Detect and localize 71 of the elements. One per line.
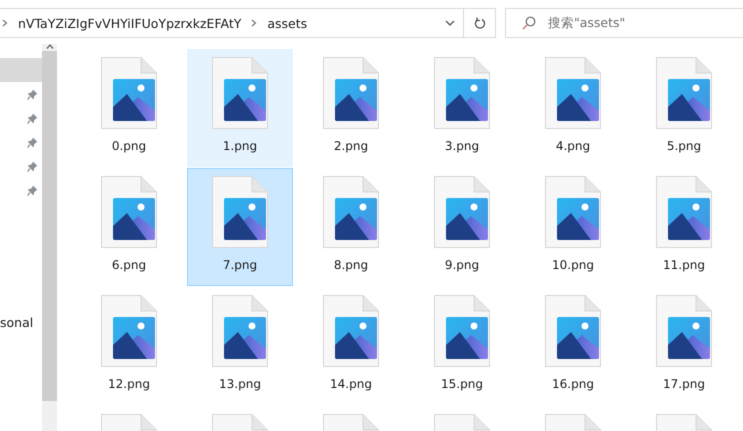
breadcrumb-item[interactable]: nVTaYZiZIgFvVHYiIFUoYpzrxkzEFAtY — [17, 14, 242, 32]
file-name: 4.png — [556, 139, 590, 153]
image-file-icon — [101, 57, 157, 129]
file-item[interactable]: 16.png — [520, 287, 626, 405]
image-file-icon — [212, 295, 268, 367]
file-name: 6.png — [112, 258, 146, 272]
file-name: 5.png — [666, 139, 702, 153]
file-name: 2.png — [334, 139, 368, 153]
file-item[interactable]: 2.png — [298, 49, 404, 167]
file-name: 1.png — [222, 139, 258, 153]
file-item[interactable]: 1.png — [187, 49, 293, 167]
pin-icon — [27, 160, 38, 172]
image-file-icon — [434, 295, 490, 367]
image-file-icon — [545, 295, 601, 367]
image-file-icon — [434, 176, 490, 248]
file-item[interactable]: 5.png — [631, 49, 737, 167]
image-file-icon — [434, 57, 490, 129]
image-file-icon — [323, 57, 379, 129]
file-item[interactable]: 9.png — [409, 168, 515, 286]
file-name: 0.png — [112, 139, 146, 153]
image-file-icon — [323, 295, 379, 367]
file-name: 13.png — [219, 377, 261, 391]
file-item[interactable]: 7.png — [187, 168, 293, 286]
chevron-down-icon — [445, 20, 455, 26]
pin-icon — [27, 88, 38, 100]
search-icon — [522, 16, 536, 30]
image-file-icon — [656, 176, 712, 248]
file-item[interactable]: 0.png — [76, 49, 182, 167]
file-name: 11.png — [663, 258, 705, 272]
image-file-icon — [101, 295, 157, 367]
breadcrumb-item[interactable]: assets — [266, 14, 308, 32]
file-item[interactable]: 8.png — [298, 168, 404, 286]
image-file-icon — [656, 295, 712, 367]
refresh-icon — [474, 16, 486, 30]
file-name: 15.png — [441, 377, 483, 391]
nav-item[interactable]: sonal — [0, 310, 42, 334]
file-item[interactable]: 3.png — [409, 49, 515, 167]
image-file-icon — [545, 57, 601, 129]
file-item[interactable]: 11.png — [631, 168, 737, 286]
chevron-icon — [251, 19, 258, 27]
chevron-icon — [2, 19, 8, 27]
file-item[interactable]: 15.png — [409, 287, 515, 405]
image-file-icon — [101, 176, 157, 248]
image-file-icon — [545, 176, 601, 248]
image-file-icon — [212, 176, 268, 248]
image-file-icon — [212, 57, 268, 129]
file-name: 14.png — [330, 377, 372, 391]
file-name: 10.png — [552, 258, 594, 272]
address-bar[interactable]: nVTaYZiZIgFvVHYiIFUoYpzrxkzEFAtY assets — [0, 8, 496, 38]
pin-icon — [27, 112, 38, 124]
file-name: 3.png — [444, 139, 480, 153]
file-name: 17.png — [663, 377, 705, 391]
search-field[interactable]: 搜索"assets" — [505, 8, 743, 38]
file-item[interactable]: 14.png — [298, 287, 404, 405]
file-item[interactable]: 17.png — [631, 287, 737, 405]
file-item[interactable]: 6.png — [76, 168, 182, 286]
file-name: 8.png — [334, 258, 368, 272]
search-placeholder: 搜索"assets" — [548, 14, 626, 32]
image-file-icon — [656, 57, 712, 129]
file-name: 9.png — [444, 258, 480, 272]
pin-icon — [27, 184, 38, 196]
file-item[interactable]: 4.png — [520, 49, 626, 167]
scroll-up-icon — [46, 44, 54, 49]
file-item[interactable]: 12.png — [76, 287, 182, 405]
file-item[interactable]: 10.png — [520, 168, 626, 286]
image-file-icon — [323, 176, 379, 248]
file-item[interactable]: 13.png — [187, 287, 293, 405]
file-name: 16.png — [552, 377, 594, 391]
file-name: 7.png — [222, 258, 258, 272]
pin-icon — [27, 136, 38, 148]
file-name: 12.png — [108, 377, 150, 391]
